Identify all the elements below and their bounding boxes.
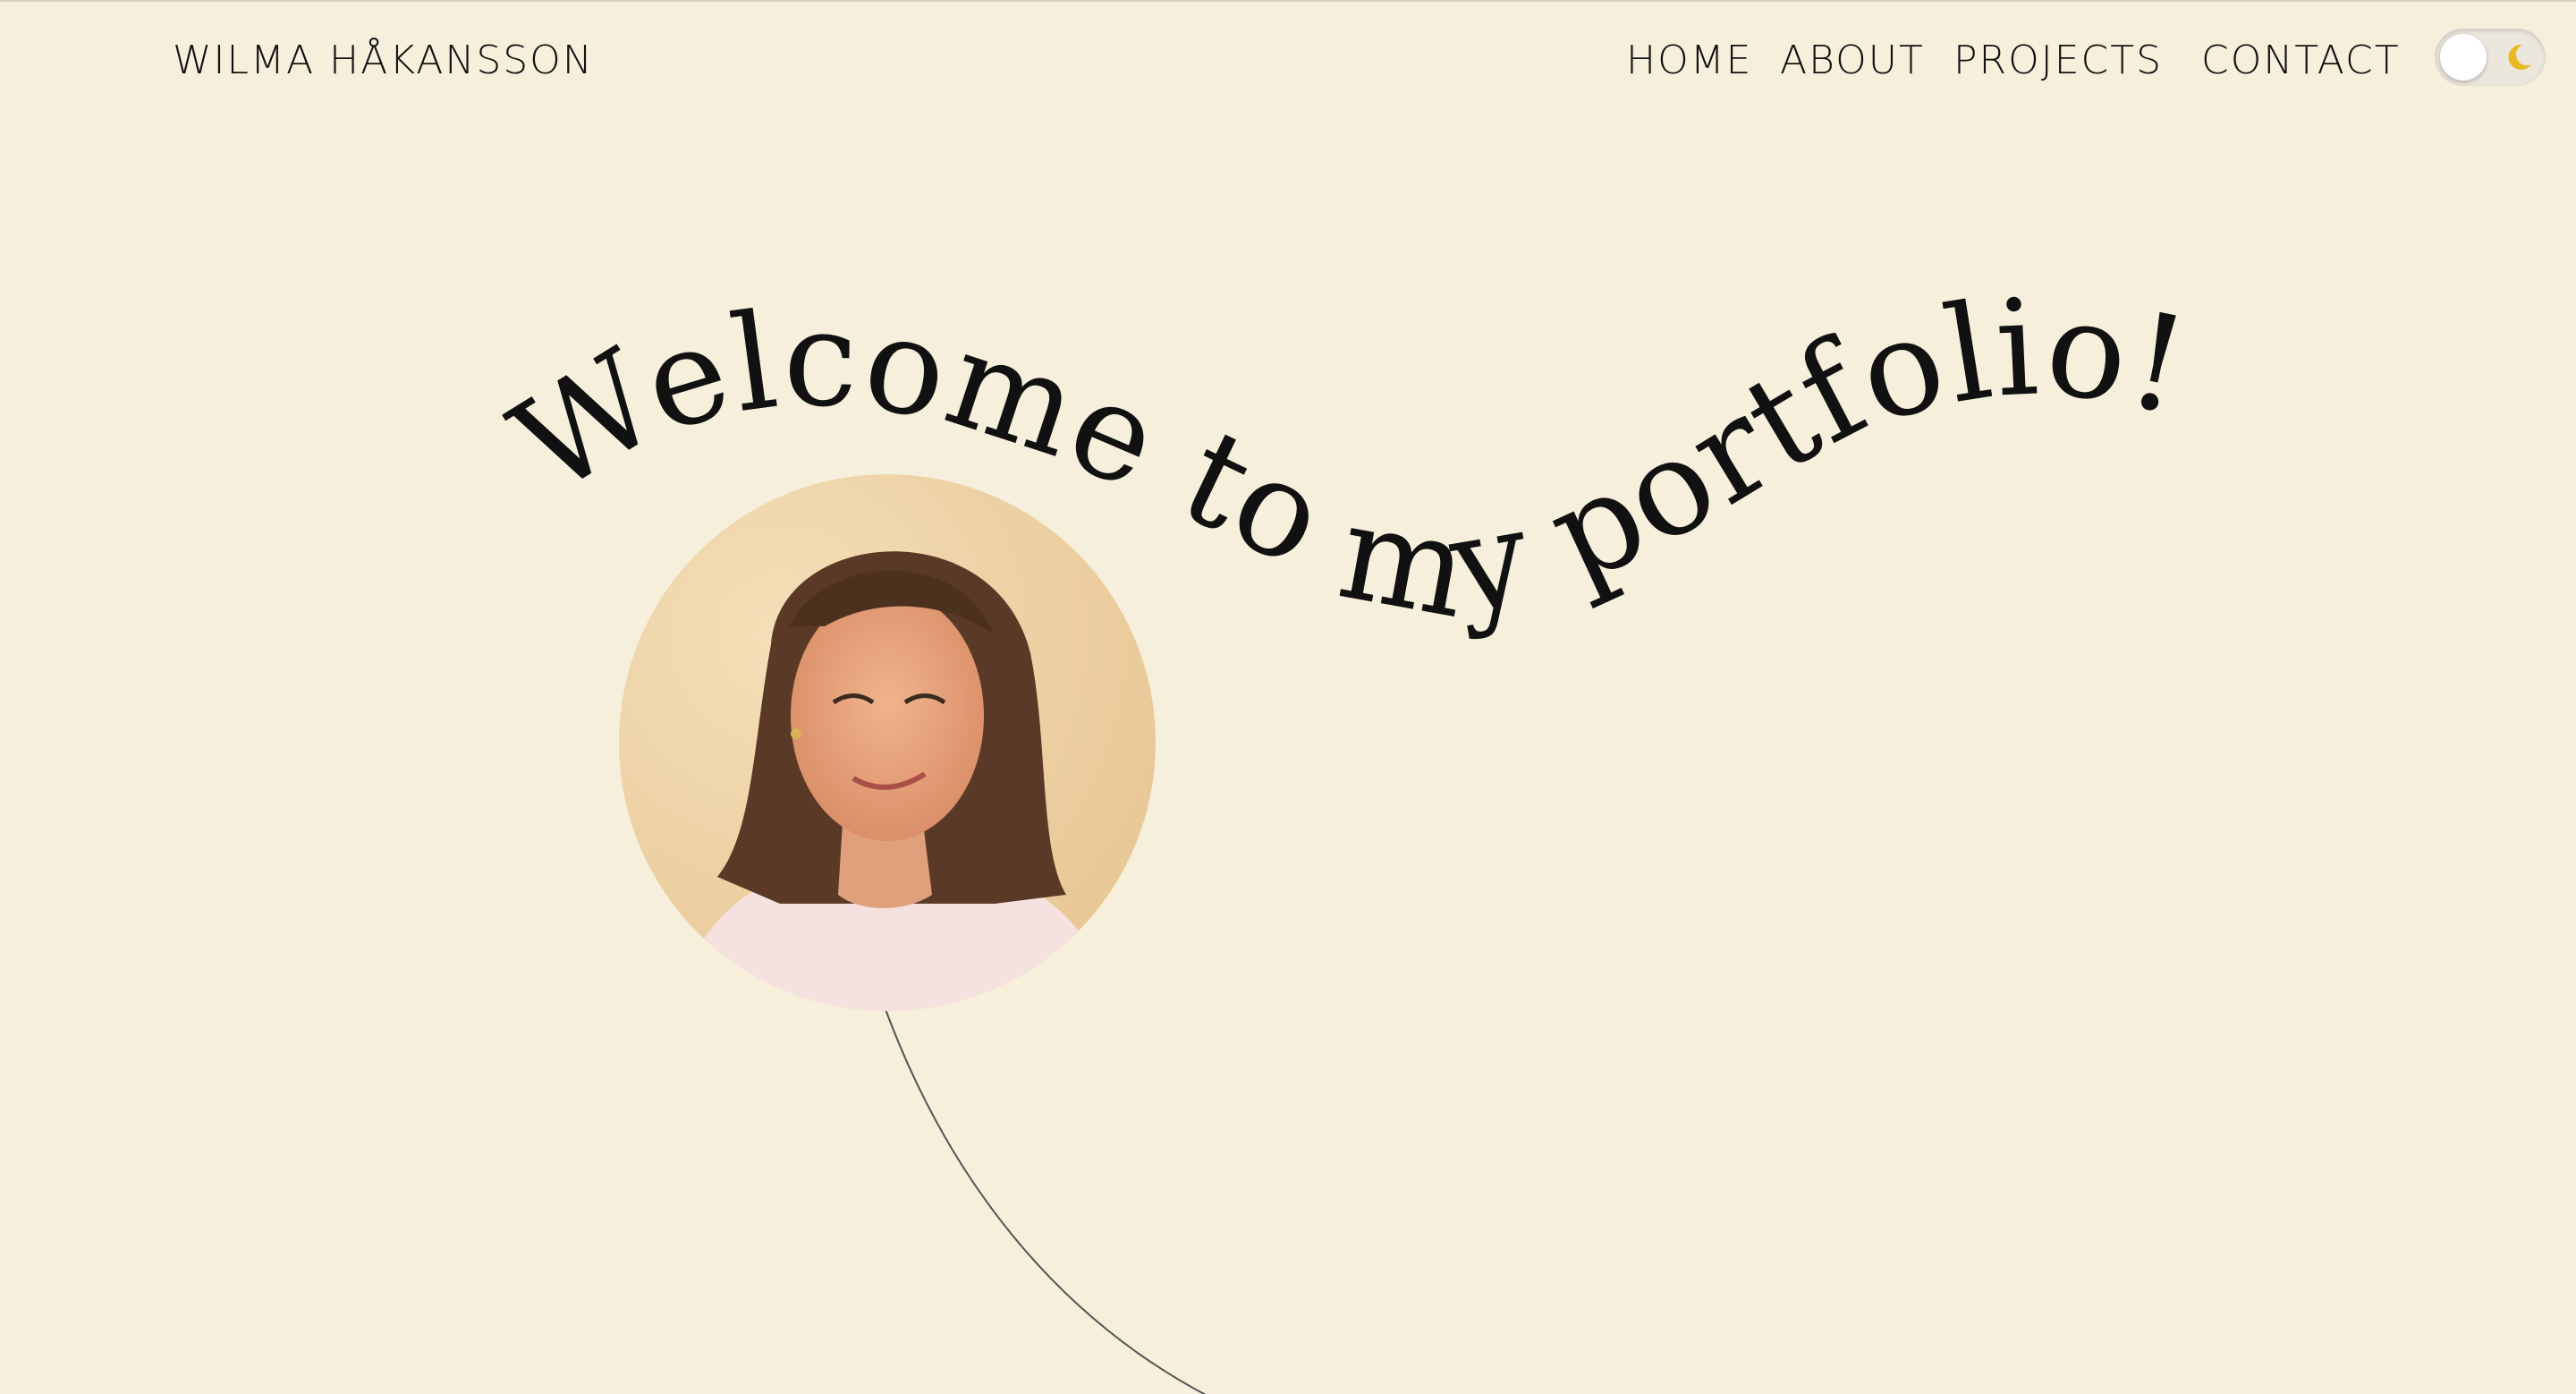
portrait-icon — [619, 474, 1156, 1011]
portrait-photo — [619, 474, 1156, 1011]
decorative-curve — [885, 1008, 1207, 1394]
hero-graphic: Welcome to my portfolio! — [487, 270, 2199, 1394]
